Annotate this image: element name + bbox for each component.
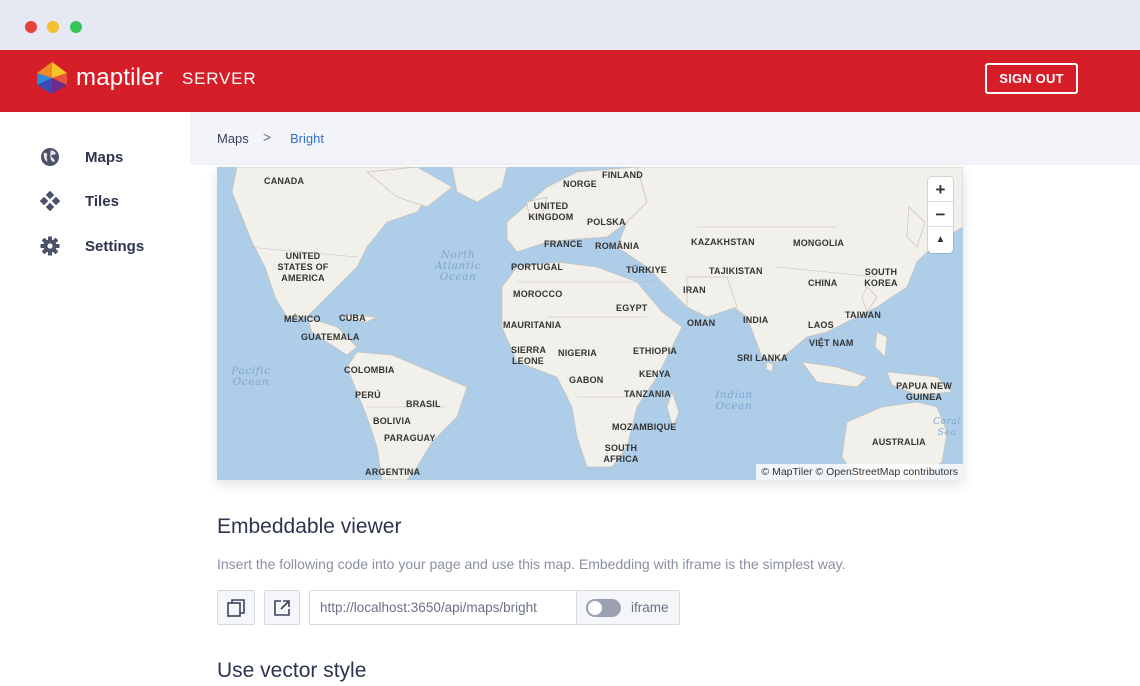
map-label: LAOS	[808, 320, 834, 330]
map-label: FINLAND	[602, 170, 643, 180]
map-attribution[interactable]: © MapTiler © OpenStreetMap contributors	[756, 464, 963, 480]
sidebar-item-maps[interactable]: Maps	[40, 145, 123, 169]
map-label: MONGOLIA	[793, 238, 845, 248]
map-label: PARAGUAY	[384, 433, 436, 443]
map-label: UNITED KINGDOM	[528, 201, 574, 222]
globe-icon	[40, 147, 60, 167]
map-label: TÜRKIYE	[626, 265, 667, 275]
brand-name: maptiler	[76, 64, 163, 91]
map-label: ETHIOPIA	[633, 346, 678, 356]
map-label: UNITED STATES OF AMERICA	[277, 251, 329, 283]
window-chrome	[0, 0, 1140, 50]
ocean-label: North Atlantic Ocean	[434, 249, 482, 283]
map-land	[231, 167, 963, 480]
vector-style-title: Use vector style	[217, 659, 367, 682]
header: maptiler SERVER SIGN OUT	[0, 50, 1140, 112]
zoom-out-button[interactable]: −	[928, 202, 953, 227]
tiles-icon	[40, 191, 60, 211]
map-label: NORGE	[563, 179, 598, 189]
breadcrumb-current: Bright	[290, 131, 324, 146]
copy-button[interactable]	[217, 590, 255, 625]
map-label: NIGERIA	[558, 348, 597, 358]
map-label: BOLIVIA	[373, 416, 411, 426]
breadcrumb-separator: >	[263, 129, 272, 145]
iframe-toggle-group: iframe	[577, 591, 679, 624]
map-label: EGYPT	[616, 303, 648, 313]
ocean-label: Indian Ocean	[715, 389, 753, 412]
ocean-label: Pacific Ocean	[231, 365, 271, 388]
map-label: SIERRA LEONE	[511, 345, 547, 366]
map-label: TAIWAN	[845, 310, 882, 320]
embeddable-viewer-title: Embeddable viewer	[217, 515, 402, 538]
sidebar-item-tiles[interactable]: Tiles	[40, 189, 119, 213]
map-label: CANADA	[264, 176, 305, 186]
map-label: KENYA	[639, 369, 671, 379]
external-link-icon	[274, 599, 290, 616]
copy-icon	[227, 598, 245, 617]
iframe-toggle-label: iframe	[631, 600, 669, 615]
minimize-window-button[interactable]	[47, 21, 59, 33]
map-label: OMAN	[687, 318, 716, 328]
map-label: TANZANIA	[624, 389, 671, 399]
map-label: IRAN	[683, 285, 706, 295]
map-label: MÉXICO	[284, 314, 321, 324]
embed-url-field[interactable]: http://localhost:3650/api/maps/bright if…	[309, 590, 680, 625]
breadcrumb: Maps > Bright	[190, 112, 1140, 165]
map-label: AUSTRALIA	[872, 437, 926, 447]
map-label: SOUTH AFRICA	[603, 443, 639, 464]
map-label: VIỆT NAM	[809, 338, 854, 348]
sign-out-button[interactable]: SIGN OUT	[985, 63, 1078, 94]
sidebar-item-label: Settings	[85, 237, 145, 255]
map-controls: + − ▲	[928, 177, 953, 253]
map-label: TAJIKISTAN	[709, 266, 763, 276]
sidebar-item-label: Maps	[85, 148, 124, 166]
map-label: POLSKA	[587, 217, 626, 227]
embed-description: Insert the following code into your page…	[217, 556, 846, 572]
map-label: GUATEMALA	[301, 332, 360, 342]
map-label: KAZAKHSTAN	[691, 237, 755, 247]
maptiler-logo-icon[interactable]	[36, 61, 68, 95]
embed-url-input[interactable]: http://localhost:3650/api/maps/bright	[310, 591, 577, 624]
map-label: MAURITANIA	[503, 320, 562, 330]
map-label: COLOMBIA	[344, 365, 395, 375]
compass-button[interactable]: ▲	[928, 227, 953, 252]
gear-icon	[40, 236, 60, 256]
toggle-knob	[588, 600, 602, 615]
sidebar-item-label: Tiles	[85, 192, 119, 210]
map-label: GABON	[569, 375, 604, 385]
map-viewer[interactable]: CANADA NORGE FINLAND UNITED KINGDOM POLS…	[217, 167, 963, 480]
map-label: FRANCE	[544, 239, 583, 249]
map-label: SRI LANKA	[737, 353, 788, 363]
map-label: BRASIL	[406, 399, 441, 409]
map-label: PERÚ	[355, 390, 381, 400]
map-label: PAPUA NEW GUINEA	[896, 381, 952, 402]
breadcrumb-maps-link[interactable]: Maps	[217, 131, 249, 146]
map-label: ROMÂNIA	[595, 241, 640, 251]
map-label: ARGENTINA	[365, 467, 421, 477]
sidebar-item-settings[interactable]: Settings	[40, 234, 144, 258]
map-label: INDIA	[743, 315, 769, 325]
sidebar: Maps Tiles Settings	[0, 112, 190, 686]
ocean-label: Coral Sea	[933, 417, 961, 438]
map-label: MOROCCO	[513, 289, 563, 299]
brand-product: SERVER	[182, 69, 257, 88]
zoom-in-button[interactable]: +	[928, 177, 953, 202]
close-window-button[interactable]	[25, 21, 37, 33]
map-label: CUBA	[339, 313, 366, 323]
map-label: CHINA	[808, 278, 838, 288]
open-external-button[interactable]	[264, 590, 300, 625]
maximize-window-button[interactable]	[70, 21, 82, 33]
map-label: SOUTH KOREA	[864, 267, 898, 288]
map-label: PORTUGAL	[511, 262, 564, 272]
iframe-toggle[interactable]	[586, 598, 621, 617]
map-label: MOZAMBIQUE	[612, 422, 677, 432]
main-content: Maps > Bright CANADA NORGE FINLAND UNITE…	[190, 112, 1140, 686]
